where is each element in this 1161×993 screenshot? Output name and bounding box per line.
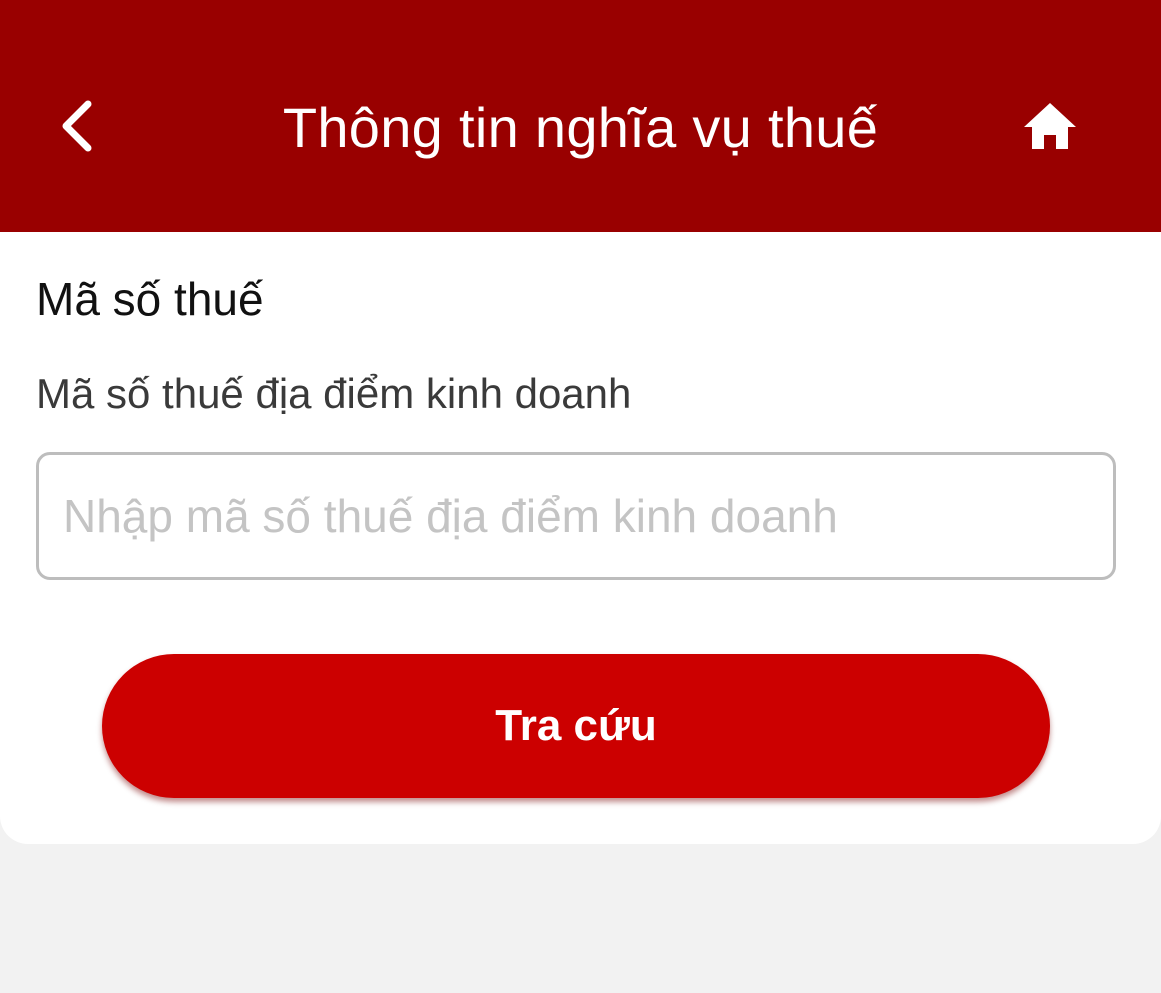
search-form-card: Mã số thuế Mã số thuế địa điểm kinh doan… [0, 232, 1161, 844]
business-location-tax-code-input[interactable] [36, 452, 1116, 580]
app-header: Thông tin nghĩa vụ thuế [0, 0, 1161, 232]
page-title: Thông tin nghĩa vụ thuế [282, 96, 879, 159]
back-button[interactable] [38, 88, 118, 168]
home-button[interactable] [1010, 88, 1090, 168]
search-button[interactable]: Tra cứu [102, 654, 1050, 798]
section-title: Mã số thuế [36, 273, 264, 325]
home-icon [1022, 101, 1078, 156]
chevron-left-icon [54, 98, 102, 159]
tax-code-field-label: Mã số thuế địa điểm kinh doanh [36, 370, 632, 417]
